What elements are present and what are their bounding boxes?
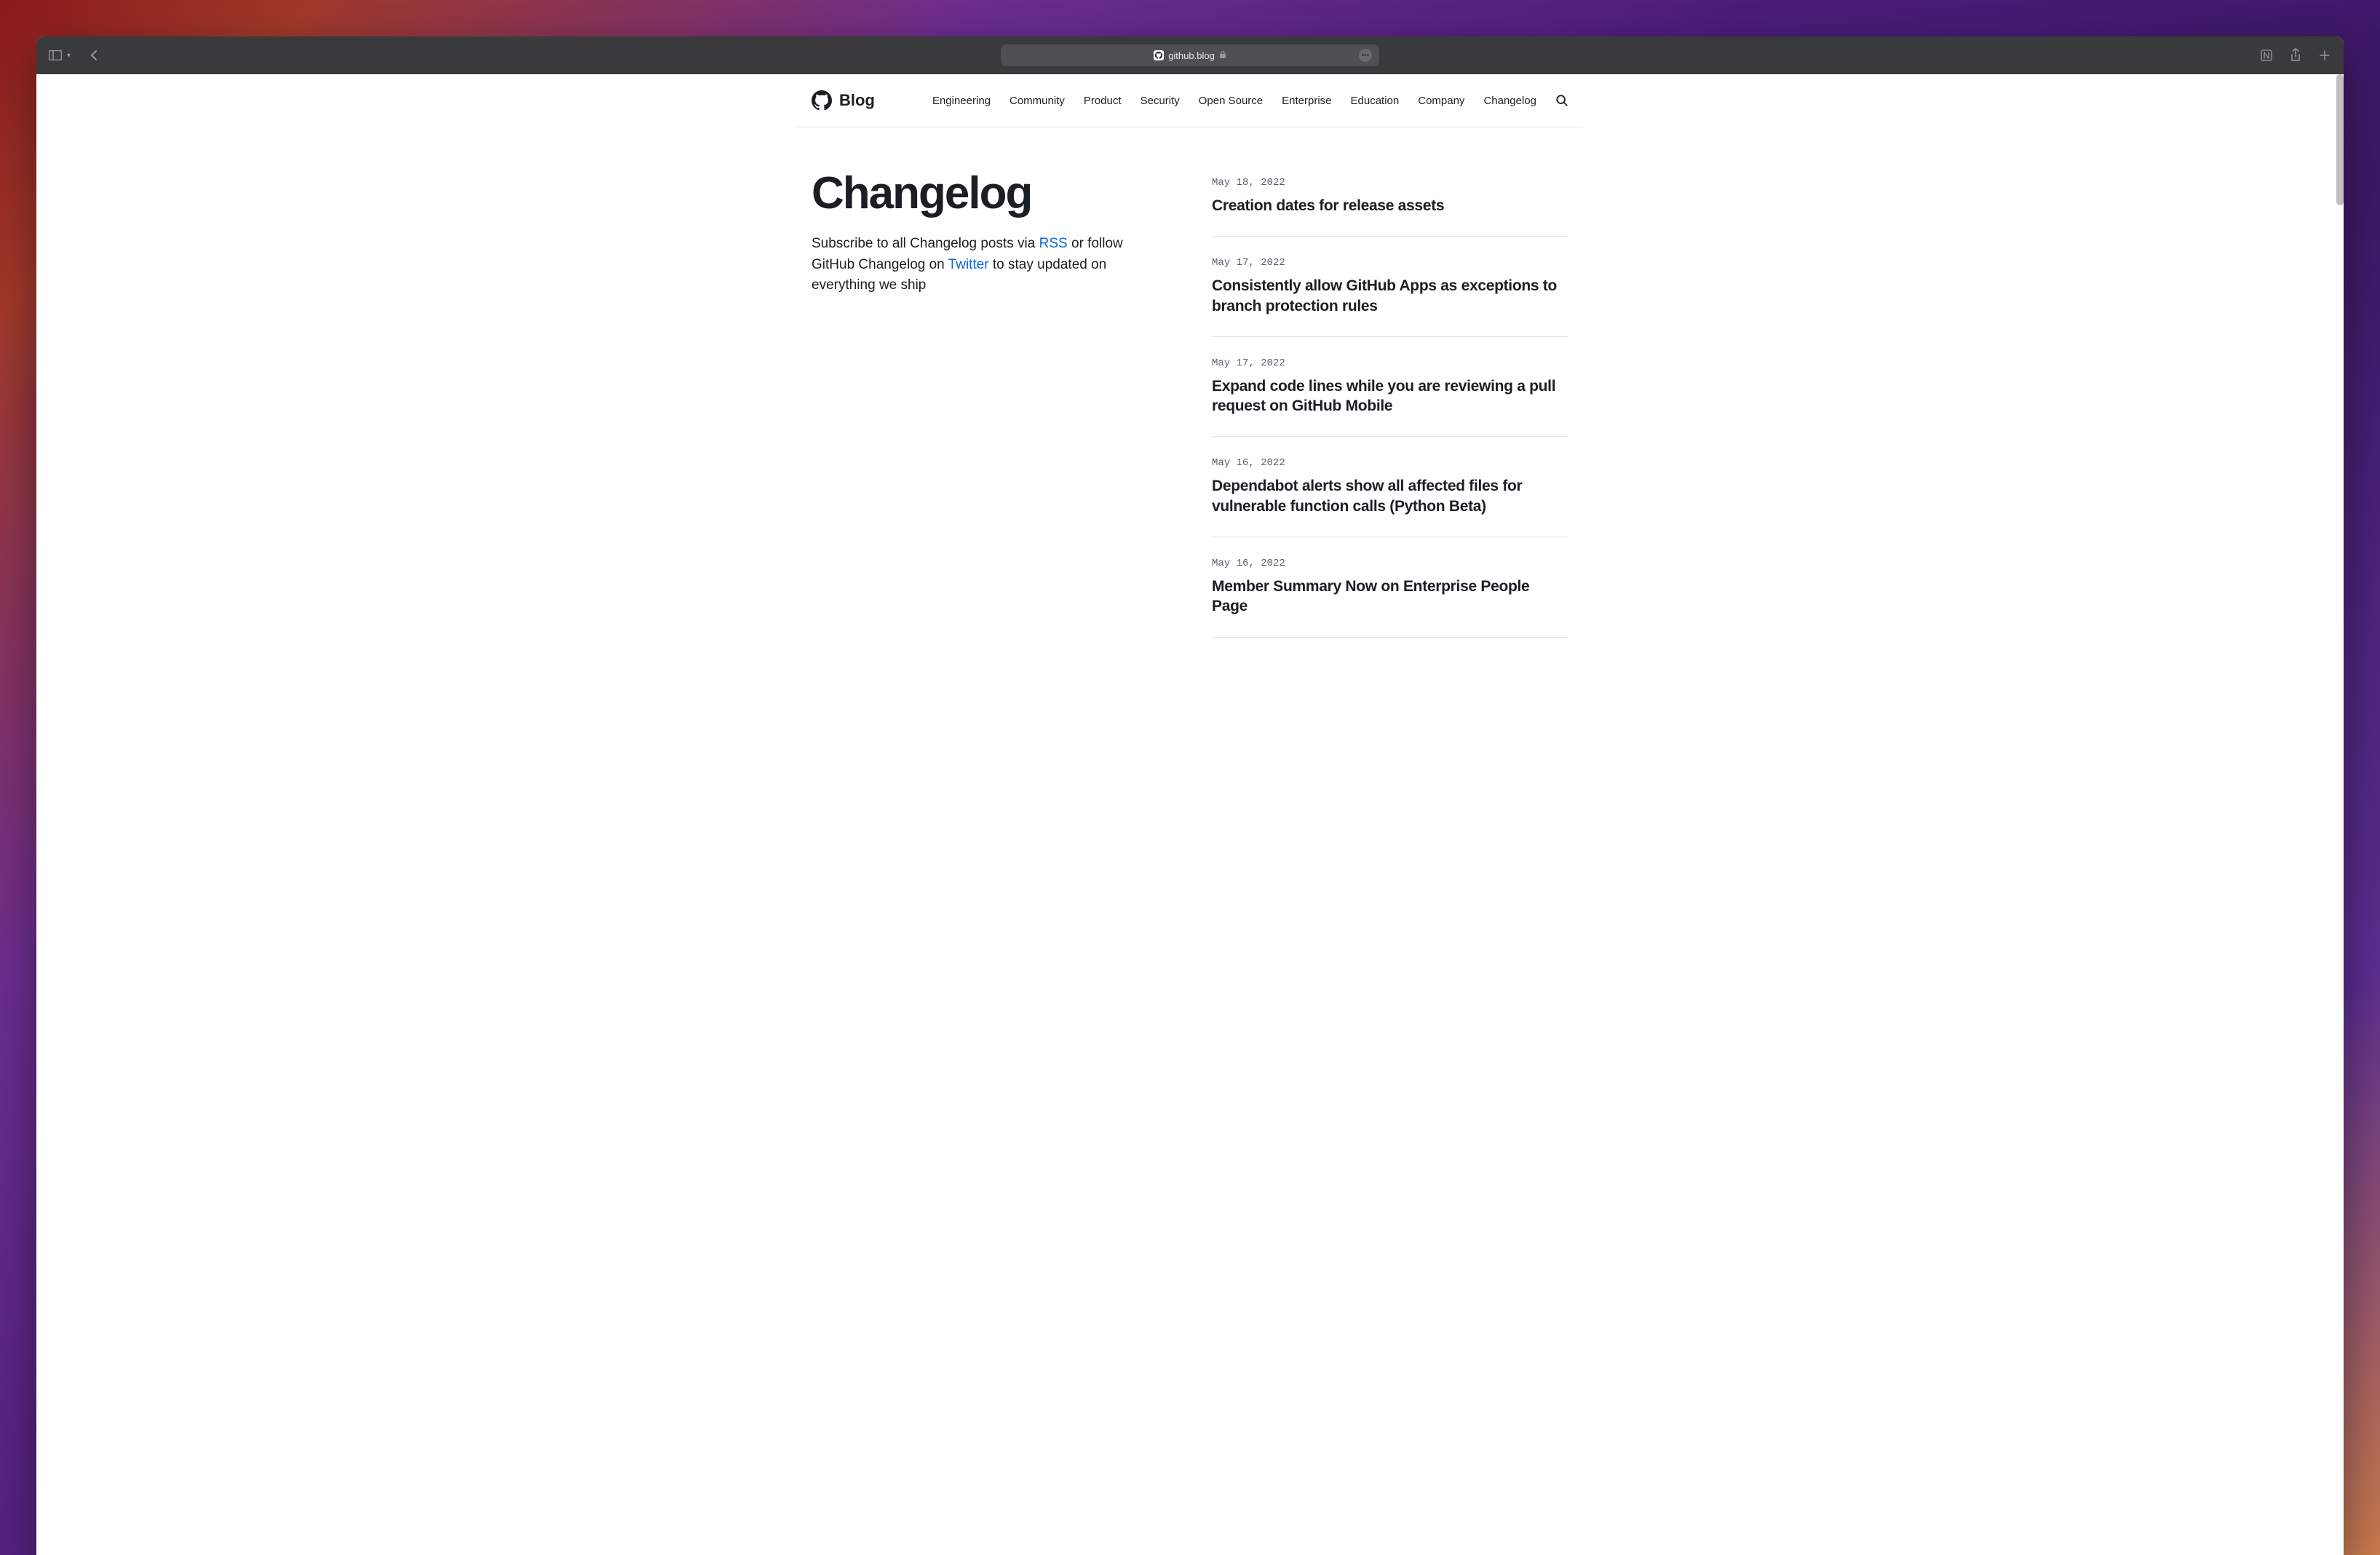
- entry-date: May 17, 2022: [1212, 357, 1568, 369]
- notion-extension-icon[interactable]: [2259, 48, 2274, 63]
- content-area: Changelog Subscribe to all Changelog pos…: [797, 127, 1583, 687]
- changelog-list: May 18, 2022 Creation dates for release …: [1212, 171, 1568, 658]
- sidebar-toggle-button[interactable]: [48, 50, 63, 61]
- new-tab-button[interactable]: [2317, 48, 2332, 63]
- browser-window: ▾ github.blog •••: [36, 36, 2344, 1555]
- changelog-entry[interactable]: May 17, 2022 Consistently allow GitHub A…: [1212, 257, 1568, 337]
- entry-title: Expand code lines while you are reviewin…: [1212, 376, 1568, 416]
- changelog-entry[interactable]: May 16, 2022 Dependabot alerts show all …: [1212, 457, 1568, 537]
- search-icon: [1555, 94, 1568, 107]
- entry-title: Member Summary Now on Enterprise People …: [1212, 577, 1568, 617]
- site-header: Blog Engineering Community Product Secur…: [797, 74, 1583, 127]
- address-bar[interactable]: github.blog •••: [1001, 44, 1379, 66]
- changelog-entry[interactable]: May 18, 2022 Creation dates for release …: [1212, 177, 1568, 237]
- site-favicon: [1154, 50, 1164, 60]
- logo-text: Blog: [839, 91, 875, 110]
- browser-toolbar: ▾ github.blog •••: [36, 36, 2344, 74]
- entry-date: May 18, 2022: [1212, 177, 1568, 189]
- nav-open-source[interactable]: Open Source: [1199, 95, 1263, 107]
- search-button[interactable]: [1555, 94, 1568, 107]
- site-logo[interactable]: Blog: [812, 90, 875, 111]
- left-column: Changelog Subscribe to all Changelog pos…: [812, 171, 1168, 658]
- lock-icon: [1219, 50, 1226, 61]
- nav-security[interactable]: Security: [1141, 95, 1180, 107]
- back-button[interactable]: [90, 49, 98, 62]
- twitter-link[interactable]: Twitter: [948, 257, 989, 272]
- nav-enterprise[interactable]: Enterprise: [1282, 95, 1331, 107]
- page-subtitle: Subscribe to all Changelog posts via RSS…: [812, 234, 1154, 296]
- nav-company[interactable]: Company: [1418, 95, 1464, 107]
- toolbar-right: [2128, 48, 2332, 63]
- scrollbar[interactable]: [2336, 74, 2344, 205]
- page-title: Changelog: [812, 171, 1154, 216]
- page-content: Blog Engineering Community Product Secur…: [36, 74, 2344, 1555]
- entry-date: May 16, 2022: [1212, 457, 1568, 469]
- entry-title: Creation dates for release assets: [1212, 196, 1568, 215]
- nav-changelog[interactable]: Changelog: [1483, 95, 1536, 107]
- nav-education[interactable]: Education: [1351, 95, 1400, 107]
- toolbar-left: ▾: [48, 49, 252, 62]
- address-content: github.blog: [1154, 50, 1226, 61]
- reader-mode-button[interactable]: •••: [1359, 49, 1372, 62]
- nav-community[interactable]: Community: [1009, 95, 1065, 107]
- nav-engineering[interactable]: Engineering: [932, 95, 991, 107]
- chevron-down-icon[interactable]: ▾: [67, 52, 71, 60]
- changelog-entry[interactable]: May 16, 2022 Member Summary Now on Enter…: [1212, 558, 1568, 638]
- github-logo-icon: [812, 90, 832, 111]
- subtitle-text-1: Subscribe to all Changelog posts via: [812, 236, 1039, 251]
- entry-date: May 16, 2022: [1212, 558, 1568, 569]
- entry-title: Dependabot alerts show all affected file…: [1212, 476, 1568, 516]
- nav-product[interactable]: Product: [1084, 95, 1122, 107]
- url-text: github.blog: [1168, 50, 1215, 61]
- changelog-entry[interactable]: May 17, 2022 Expand code lines while you…: [1212, 357, 1568, 438]
- rss-link[interactable]: RSS: [1039, 236, 1068, 251]
- main-nav: Engineering Community Product Security O…: [932, 94, 1568, 107]
- entry-date: May 17, 2022: [1212, 257, 1568, 269]
- entry-title: Consistently allow GitHub Apps as except…: [1212, 276, 1568, 316]
- share-button[interactable]: [2288, 48, 2303, 63]
